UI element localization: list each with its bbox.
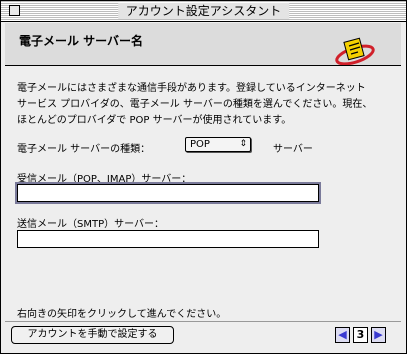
step-title: 電子メール サーバー名 xyxy=(19,34,144,48)
server-type-label: 電子メール サーバーの種類： xyxy=(17,144,151,155)
prev-arrow-icon[interactable]: ◀ xyxy=(335,327,350,343)
updown-arrows-icon: ⇕ xyxy=(239,139,247,149)
outgoing-server-label: 送信メール（SMTP）サーバー： xyxy=(17,219,165,230)
instruction-text: 右向きの矢印をクリックして進んでください。 xyxy=(17,309,227,320)
incoming-server-field[interactable] xyxy=(15,182,321,204)
incoming-server-input[interactable] xyxy=(18,185,318,201)
server-type-value: POP xyxy=(190,139,210,150)
outgoing-server-field[interactable] xyxy=(17,230,319,248)
step-header: 電子メール サーバー名 xyxy=(5,23,401,66)
window-title: アカウント設定アシスタント xyxy=(117,3,290,19)
title-bar[interactable]: アカウント設定アシスタント xyxy=(1,1,406,22)
assistant-window: アカウント設定アシスタント 電子メール サーバー名 電子メールにはさまざまな通信… xyxy=(0,0,407,354)
page-number: 3 xyxy=(353,327,368,343)
footer-divider xyxy=(5,321,401,322)
manual-setup-button[interactable]: アカウントを手動で設定する xyxy=(11,326,174,344)
server-type-suffix: サーバー xyxy=(273,144,313,155)
description-text: 電子メールにはさまざまな通信手段があります。登録しているインターネット サービス… xyxy=(17,83,373,126)
server-type-popup[interactable]: POP ⇕ xyxy=(185,137,251,152)
mail-icon xyxy=(335,37,375,65)
outgoing-server-input[interactable] xyxy=(18,231,318,247)
incoming-server-label: 受信メール（POP、IMAP）サーバー： xyxy=(17,174,192,185)
close-box[interactable] xyxy=(9,5,20,16)
next-arrow-icon[interactable]: ▶ xyxy=(371,327,386,343)
